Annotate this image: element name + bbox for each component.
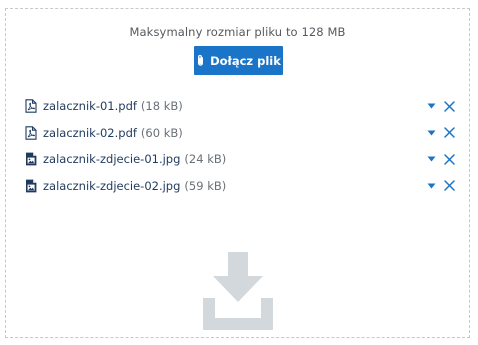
attachment-name[interactable]: zalacznik-zdjecie-02.jpg xyxy=(43,179,180,193)
attachment-row: zalacznik-zdjecie-01.jpg (24 kB) xyxy=(25,146,455,173)
image-file-icon xyxy=(25,152,37,166)
attachment-row: zalacznik-02.pdf (60 kB) xyxy=(25,120,455,147)
caret-down-icon[interactable] xyxy=(427,103,436,109)
max-size-label: Maksymalny rozmiar pliku to 128 MB xyxy=(129,25,346,39)
attachment-row: zalacznik-zdjecie-02.jpg (59 kB) xyxy=(25,173,455,200)
close-icon[interactable] xyxy=(444,180,455,191)
attach-file-button[interactable]: Dołącz plik xyxy=(194,46,283,75)
attachment-size: (59 kB) xyxy=(184,178,227,193)
paperclip-icon xyxy=(196,54,205,67)
attachment-size: (24 kB) xyxy=(184,152,227,167)
close-icon[interactable] xyxy=(444,154,455,165)
caret-down-icon[interactable] xyxy=(427,156,436,162)
pdf-file-icon xyxy=(25,126,37,140)
caret-down-icon[interactable] xyxy=(427,183,436,189)
image-file-icon xyxy=(25,179,37,193)
file-dropzone[interactable]: Maksymalny rozmiar pliku to 128 MB Dołąc… xyxy=(5,8,470,338)
attachment-row: zalacznik-01.pdf (18 kB) xyxy=(25,93,455,120)
caret-down-icon[interactable] xyxy=(427,130,436,136)
attachment-list: zalacznik-01.pdf (18 kB) zalacznik-02.pd xyxy=(25,93,455,199)
attachment-name[interactable]: zalacznik-01.pdf xyxy=(43,99,137,113)
close-icon[interactable] xyxy=(444,101,455,112)
attach-file-label: Dołącz plik xyxy=(210,53,281,68)
attachment-size: (18 kB) xyxy=(140,99,183,114)
attachment-size: (60 kB) xyxy=(140,125,183,140)
pdf-file-icon xyxy=(25,99,37,113)
download-tray-icon xyxy=(203,252,273,330)
attachment-name[interactable]: zalacznik-zdjecie-01.jpg xyxy=(43,152,180,166)
attachment-name[interactable]: zalacznik-02.pdf xyxy=(43,126,137,140)
close-icon[interactable] xyxy=(444,127,455,138)
